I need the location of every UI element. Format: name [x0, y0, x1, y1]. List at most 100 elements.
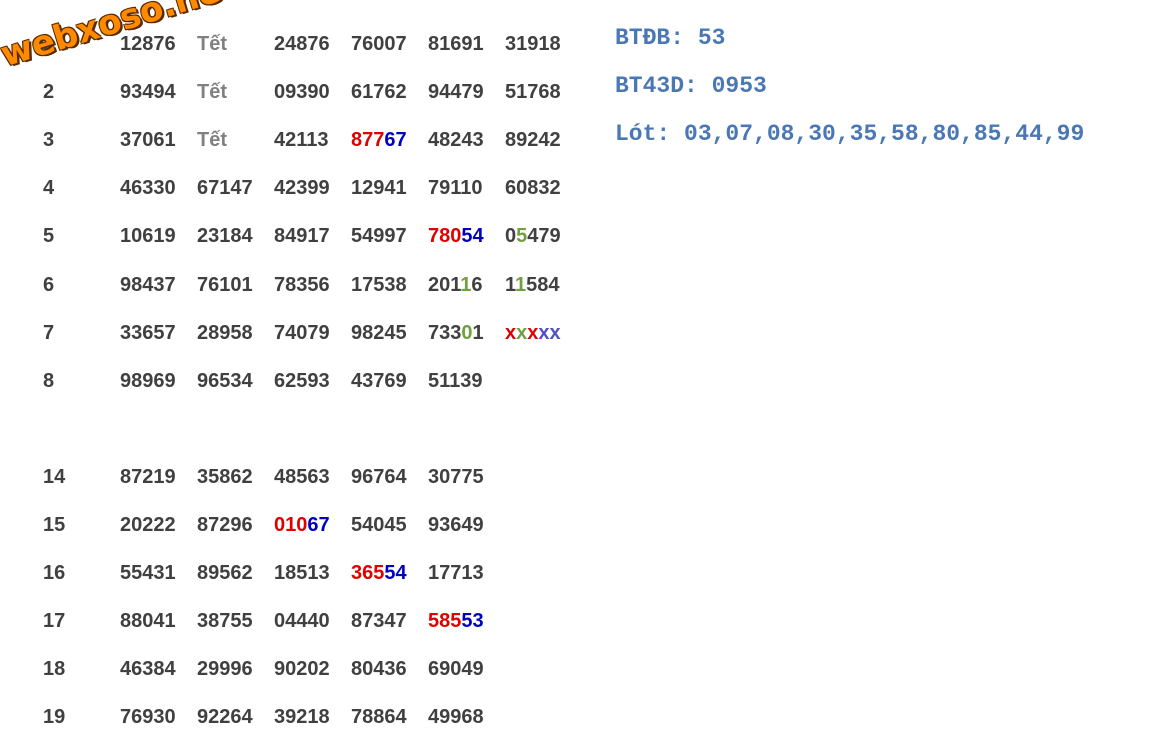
- number-segment: 42113: [274, 129, 329, 151]
- number-segment: 010: [274, 514, 308, 536]
- number-segment: 89562: [197, 562, 253, 584]
- number-cell: 55431: [120, 558, 176, 588]
- number-cell: 98245: [351, 318, 407, 348]
- lot-text: Lót: 03,07,08,30,35,58,80,85,44,99: [615, 121, 1085, 147]
- number-segment: 84917: [274, 225, 330, 247]
- number-segment: 04440: [274, 610, 330, 632]
- number-segment: 55431: [120, 562, 176, 584]
- row-index: 4: [43, 177, 55, 199]
- number-segment: 2876: [131, 33, 176, 55]
- number-cell: 20116: [428, 270, 483, 300]
- number-cell: 90202: [274, 654, 330, 684]
- row-index: 14: [43, 466, 66, 488]
- row-index: 16: [43, 562, 66, 584]
- number-segment: 87296: [197, 514, 253, 536]
- number-segment: Tết: [197, 33, 227, 55]
- number-segment: 76930: [120, 706, 176, 728]
- number-cell: 11584: [505, 270, 560, 300]
- number-cell: 93649: [428, 510, 484, 540]
- number-segment: 1: [472, 322, 484, 344]
- number-segment: 1: [515, 274, 527, 296]
- number-segment: 60832: [505, 177, 561, 199]
- number-segment: 87347: [351, 610, 407, 632]
- number-cell: 28958: [197, 318, 253, 348]
- number-cell: 51139: [428, 366, 483, 396]
- number-segment: 74079: [274, 322, 330, 344]
- number-segment: 39218: [274, 706, 330, 728]
- number-segment: 61762: [351, 81, 407, 103]
- number-segment: 365: [351, 562, 385, 584]
- number-segment: x: [505, 322, 517, 344]
- number-segment: 43769: [351, 370, 407, 392]
- number-cell: 67147: [197, 173, 253, 203]
- number-cell: 88041: [120, 606, 176, 636]
- number-cell: Tết: [197, 29, 227, 59]
- number-segment: 62593: [274, 370, 330, 392]
- number-segment: 37061: [120, 129, 176, 151]
- number-cell: 98437: [120, 270, 176, 300]
- row-index: 19: [43, 706, 66, 728]
- row-index: 17: [43, 610, 66, 632]
- number-segment: 201: [428, 274, 461, 296]
- number-segment: 98437: [120, 274, 176, 296]
- number-cell: 98969: [120, 366, 176, 396]
- number-segment: 18513: [274, 562, 330, 584]
- number-segment: 94479: [428, 81, 484, 103]
- number-cell: 87767: [351, 125, 407, 155]
- number-segment: 1: [460, 274, 472, 296]
- number-cell: 87219: [120, 462, 176, 492]
- number-segment: 31918: [505, 33, 561, 55]
- number-segment: 46330: [120, 177, 176, 199]
- number-cell: 93494: [120, 77, 176, 107]
- number-cell: 60832: [505, 173, 561, 203]
- number-segment: 87219: [120, 466, 176, 488]
- number-segment: Tết: [197, 129, 227, 151]
- number-segment: 78356: [274, 274, 330, 296]
- number-cell: 73301: [428, 318, 484, 348]
- number-cell: 35862: [197, 462, 253, 492]
- number-cell: 05479: [505, 221, 561, 251]
- number-segment: 98245: [351, 322, 407, 344]
- number-segment: 67: [384, 129, 407, 151]
- number-segment: 90202: [274, 658, 330, 680]
- number-cell: 42399: [274, 173, 330, 203]
- number-cell: 29996: [197, 654, 253, 684]
- number-cell: 80436: [351, 654, 407, 684]
- number-segment: 24876: [274, 33, 330, 55]
- number-cell: 61762: [351, 77, 407, 107]
- number-segment: 30775: [428, 466, 484, 488]
- number-cell: 54997: [351, 221, 407, 251]
- number-segment: 93494: [120, 81, 176, 103]
- number-segment: x: [516, 322, 528, 344]
- number-segment: 53: [461, 610, 484, 632]
- number-segment: 0: [461, 322, 473, 344]
- number-cell: 18513: [274, 558, 330, 588]
- number-cell: 58553: [428, 606, 484, 636]
- number-cell: 30775: [428, 462, 484, 492]
- row-index: 5: [43, 225, 55, 247]
- number-cell: 62593: [274, 366, 330, 396]
- number-cell: 84917: [274, 221, 330, 251]
- number-cell: 12941: [351, 173, 407, 203]
- number-segment: 38755: [197, 610, 253, 632]
- number-segment: 17713: [428, 562, 484, 584]
- number-segment: 17538: [351, 274, 407, 296]
- number-segment: 96534: [197, 370, 253, 392]
- number-cell: 04440: [274, 606, 330, 636]
- number-segment: 20222: [120, 514, 176, 536]
- number-segment: 54: [384, 562, 407, 584]
- number-cell: 37061: [120, 125, 176, 155]
- number-segment: 98969: [120, 370, 176, 392]
- number-cell: 09390: [274, 77, 330, 107]
- number-cell: 54045: [351, 510, 407, 540]
- number-segment: 89242: [505, 129, 561, 151]
- number-segment: 584: [526, 274, 560, 296]
- number-segment: 54997: [351, 225, 407, 247]
- number-segment: 780: [428, 225, 462, 247]
- number-cell: 78864: [351, 702, 407, 732]
- number-segment: 93649: [428, 514, 484, 536]
- number-cell: 46384: [120, 654, 176, 684]
- number-segment: 81691: [428, 33, 484, 55]
- number-cell: 78356: [274, 270, 330, 300]
- number-segment: 585: [428, 610, 462, 632]
